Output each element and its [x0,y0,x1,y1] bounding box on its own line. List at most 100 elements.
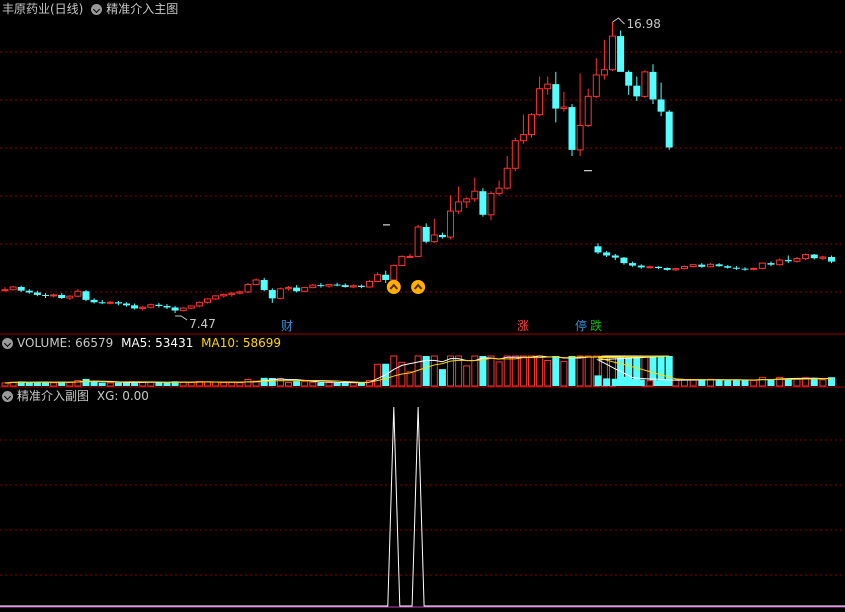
candle-body [629,263,637,266]
candle-body [594,246,602,253]
sub-panel-header: 精准介入副图 XG: 0.00 [2,388,153,404]
candle-body [447,210,454,238]
event-tag-halt[interactable]: 停 [574,319,588,333]
volume-dropdown-icon[interactable] [2,338,13,349]
candle-body [655,266,663,269]
volume-bar [106,382,114,387]
candle-body [495,187,503,194]
candle-body [611,255,619,258]
candle-body [9,286,17,291]
volume-bar [603,378,611,386]
candle-body [620,257,628,264]
candle-body [333,284,341,286]
candle-body [114,302,122,304]
volume-bar [793,378,801,387]
candle-body [503,167,511,189]
candle-body [784,260,792,262]
volume-bar [528,355,535,387]
high-price-label: 16.98 [627,17,661,31]
volume-bar [90,382,98,386]
volume-bar [568,356,576,386]
sub-indicator-dropdown-icon[interactable] [2,391,13,402]
volume-bar [487,355,495,387]
candle-body [463,198,471,203]
candle-body [309,284,317,289]
chart-canvas: 16.98 7.47 [0,17,845,608]
volume-bar [212,381,220,387]
candle-body [819,256,827,259]
candle-body [649,71,657,100]
candle-body [58,294,66,299]
volume-bar [285,381,292,387]
ma10-label: MA10: 58699 [201,336,282,350]
volume-bar [66,381,74,387]
volume-bar [552,356,560,386]
candle-body [637,265,645,268]
volume-bar [463,365,471,387]
main-indicator-name[interactable]: 精准介入主图 [106,2,178,16]
candle-body [438,234,446,238]
volume-bar [560,360,568,387]
candle-body [268,290,276,299]
buy-signal-icon [386,280,401,294]
candle-body [260,279,268,291]
candle-body [672,268,680,271]
candle-body [301,287,309,292]
candle-body [487,192,495,216]
low-price-label: 7.47 [189,317,216,331]
candle-body [715,264,723,267]
candle-body [147,304,155,308]
candle-body [228,292,236,295]
candle-body [584,95,592,126]
candle-body [633,85,641,97]
volume-bar [82,378,90,386]
event-tag-fall[interactable]: 跌 [589,319,603,333]
volume-bar [637,379,645,386]
candle-body [681,265,688,270]
volume-bar [42,382,49,386]
candle-body [592,74,600,97]
event-tag-rise[interactable]: 涨 [516,319,530,333]
candle-body [793,258,801,262]
volume-label: VOLUME: 66579 [17,336,114,350]
ma5-label: MA5: 53431 [121,336,194,350]
volume-bar [1,382,9,387]
candle-body [600,69,608,76]
candle-body [252,279,260,286]
candle-body [155,304,163,306]
indicator-dropdown-icon[interactable] [91,4,103,15]
volume-bar [25,382,33,386]
volume-bar [333,382,341,386]
candle-body [382,274,390,280]
volume-bar [98,382,106,386]
candle-body [349,285,357,288]
volume-bar [611,378,619,386]
candle-body [285,287,292,290]
candle-body [325,284,333,287]
candle-body [732,267,740,269]
volume-bar [655,380,663,386]
candle-body [665,111,673,148]
candle-body [802,254,810,260]
candle-body [609,35,616,71]
candle-body [357,285,365,287]
candle-body [689,264,697,267]
candle-body [828,257,836,262]
sub-indicator-name[interactable]: 精准介入副图 [17,389,89,403]
volume-bar [114,382,122,386]
candle-body [536,88,544,116]
candle-body [236,291,244,294]
volume-bar [301,381,309,387]
candle-body [603,252,611,256]
candle-body [374,274,382,282]
candle-body [741,268,749,270]
event-tag-finance[interactable]: 财 [280,319,294,333]
volume-bar [519,355,527,387]
candle-body [560,106,568,110]
candle-body [776,259,784,266]
volume-bar [672,379,680,387]
candle-body [528,114,535,136]
candle-body [341,285,349,287]
volume-panel-header: VOLUME: 66579 MA5: 53431 MA10: 58699 [2,335,285,351]
volume-bar [536,355,544,387]
